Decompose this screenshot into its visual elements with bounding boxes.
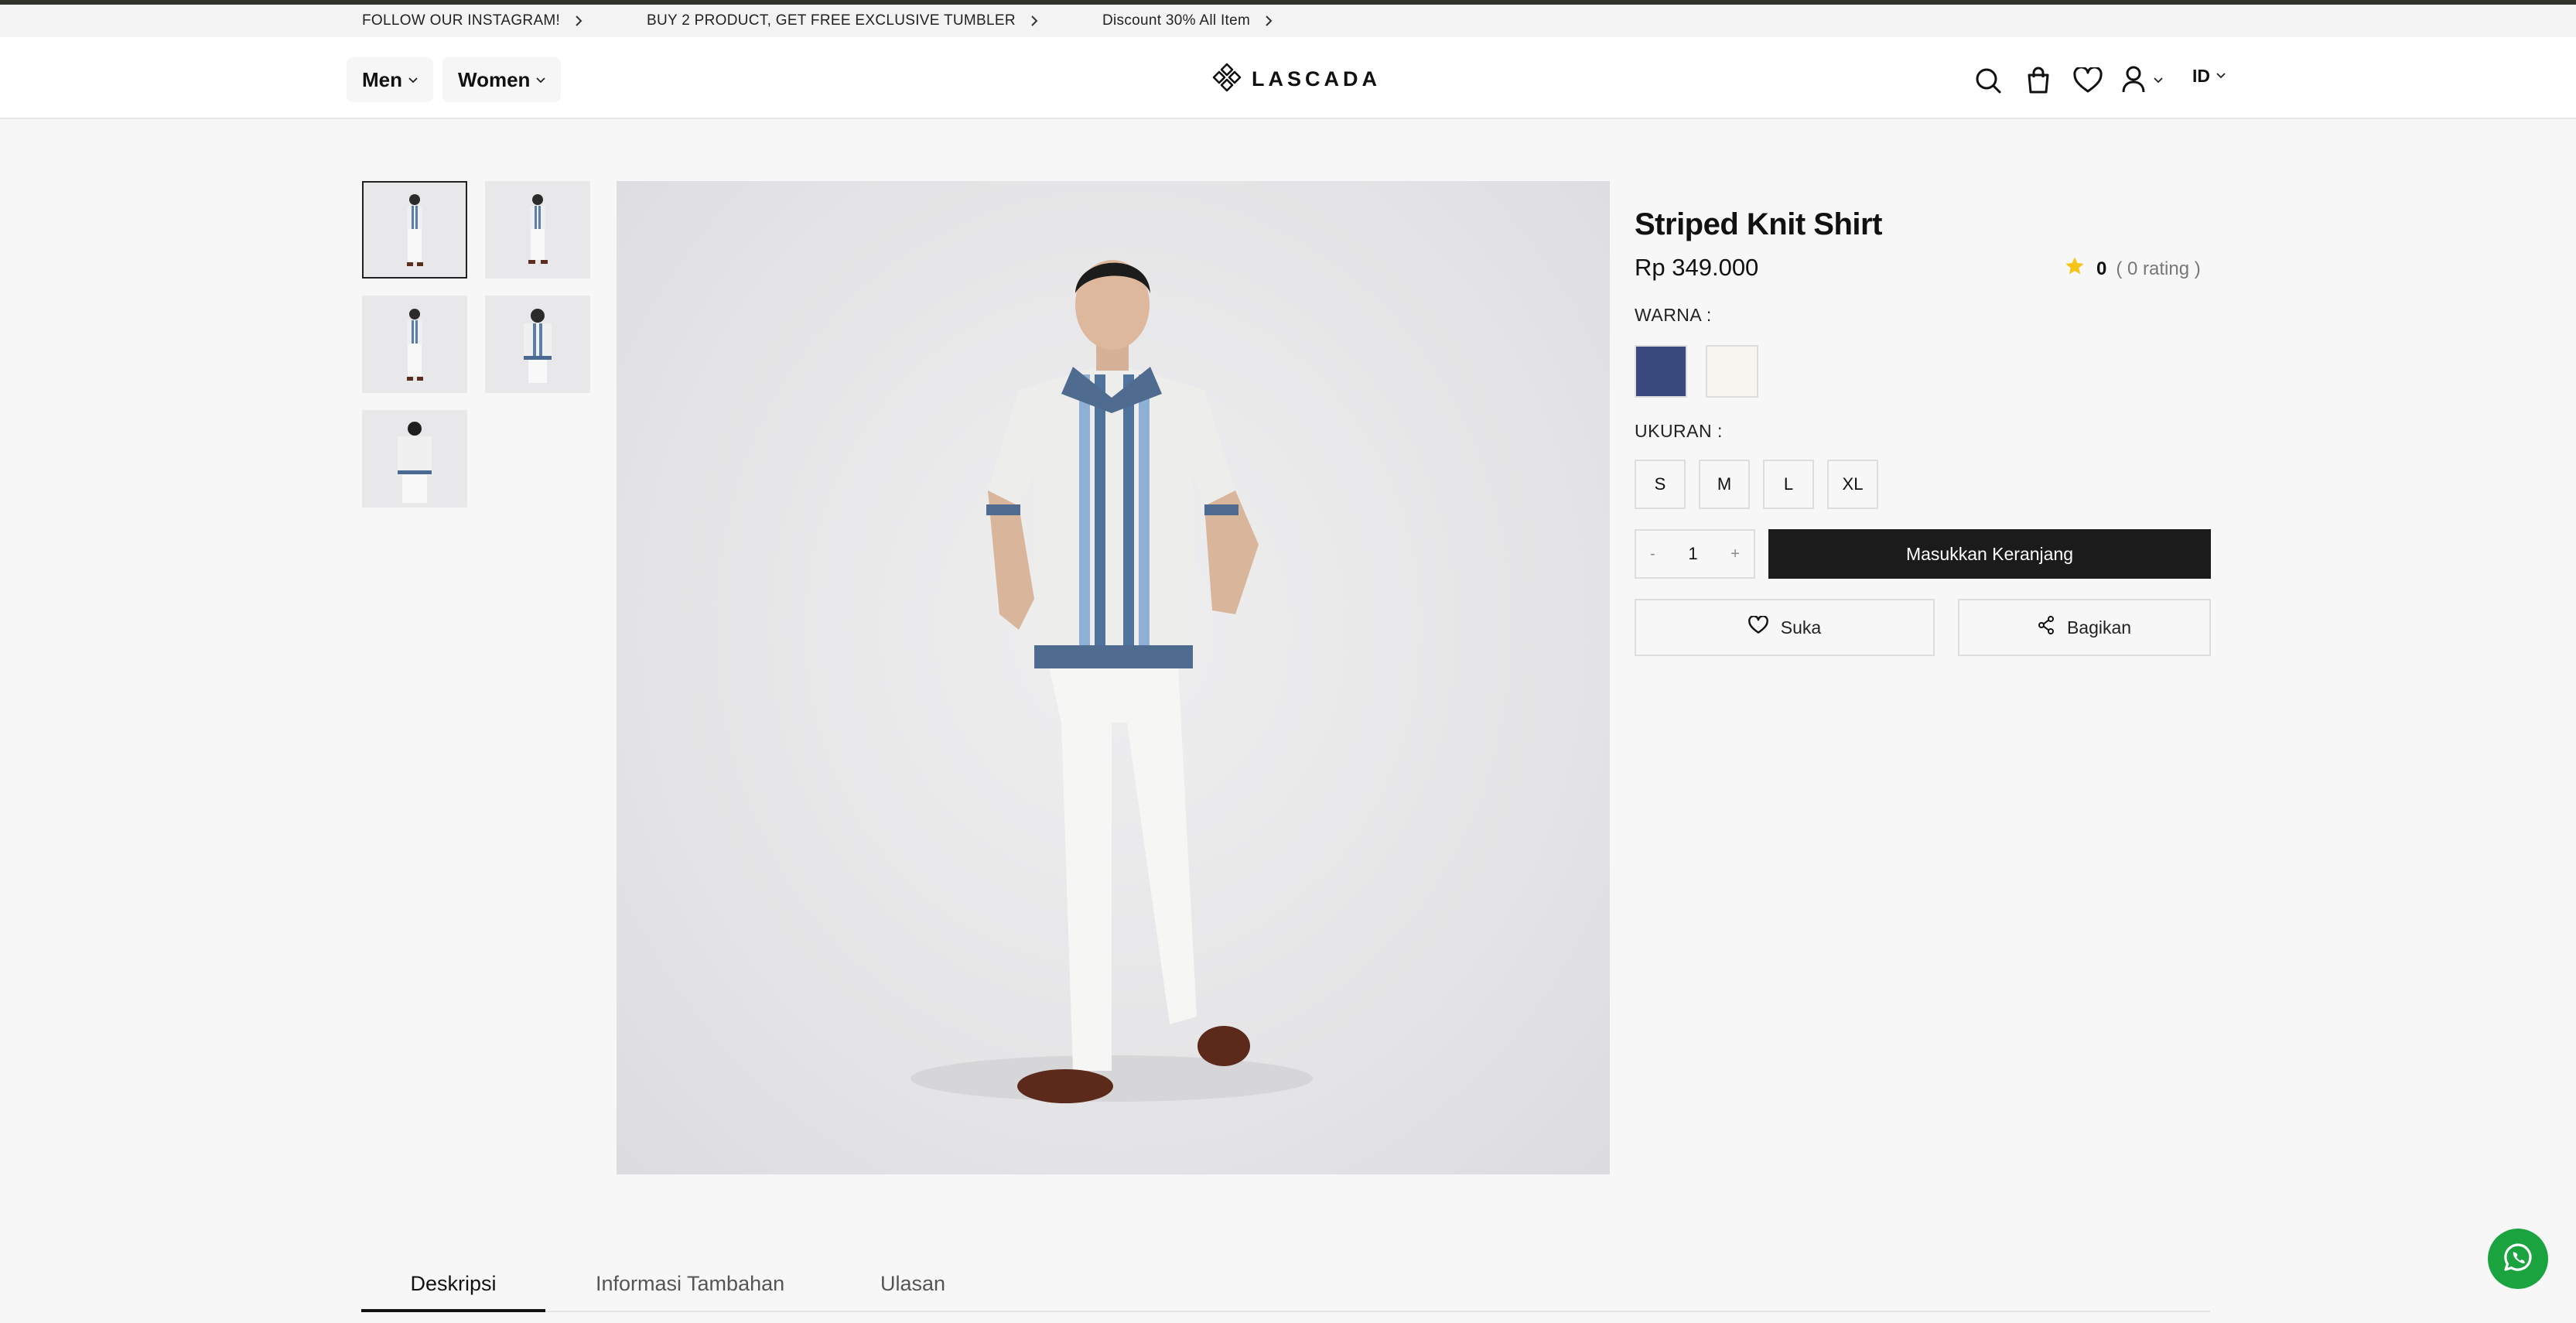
whatsapp-icon [2501, 1240, 2535, 1278]
product-thumbnail[interactable] [485, 181, 590, 279]
share-label: Bagikan [2066, 617, 2132, 638]
product-title: Striped Knit Shirt [1635, 207, 1882, 241]
color-swatch-cream[interactable] [1706, 345, 1758, 398]
size-option-l[interactable]: L [1763, 460, 1814, 509]
product-main-image[interactable] [617, 181, 1610, 1174]
quantity-stepper: - 1 + [1635, 529, 1755, 579]
quantity-value[interactable]: 1 [1688, 544, 1697, 564]
size-text: S [1654, 474, 1666, 494]
share-button[interactable]: Bagikan [1958, 599, 2211, 656]
quantity-increment-button[interactable]: + [1730, 545, 1740, 563]
promo-label: BUY 2 PRODUCT, GET FREE EXCLUSIVE TUMBLE… [647, 12, 1016, 29]
brand-logo[interactable]: LASCADA [1211, 63, 1381, 94]
bag-icon[interactable] [2023, 65, 2054, 96]
size-option-m[interactable]: M [1699, 460, 1750, 509]
promo-discount-link[interactable]: Discount 30% All Item [1102, 5, 1273, 37]
chevron-right-icon [574, 15, 583, 27]
whatsapp-chat-button[interactable] [2488, 1229, 2548, 1289]
product-price: Rp 349.000 [1635, 254, 1759, 281]
size-option-s[interactable]: S [1635, 460, 1686, 509]
tab-deskripsi[interactable]: Deskripsi [361, 1269, 545, 1312]
size-label: UKURAN : [1635, 421, 1723, 441]
logo-text: LASCADA [1252, 67, 1381, 91]
color-swatch-navy[interactable] [1635, 345, 1687, 398]
like-label: Suka [1780, 617, 1822, 638]
rating-count: ( 0 rating ) [2116, 258, 2201, 279]
site-header: Men Women LASCADA ID [0, 37, 2576, 119]
product-thumbnail[interactable] [362, 181, 467, 279]
tab-label: Informasi Tambahan [596, 1272, 785, 1295]
heart-icon [1748, 615, 1781, 639]
add-to-cart-label: Masukkan Keranjang [1905, 543, 2074, 564]
user-icon [2121, 65, 2146, 97]
promo-label: FOLLOW OUR INSTAGRAM! [362, 12, 561, 29]
chevron-down-icon [536, 74, 546, 86]
logo-mark-icon [1211, 62, 1242, 97]
tab-ulasan[interactable]: Ulasan [880, 1269, 945, 1312]
product-thumbnail[interactable] [362, 296, 467, 393]
nav-men-dropdown[interactable]: Men [347, 57, 433, 102]
tab-label: Deskripsi [410, 1272, 497, 1295]
quantity-decrement-button[interactable]: - [1650, 545, 1655, 563]
language-code: ID [2192, 65, 2210, 86]
rating-value: 0 [2096, 258, 2107, 279]
add-to-cart-button[interactable]: Masukkan Keranjang [1768, 529, 2211, 579]
share-icon [2038, 616, 2067, 639]
search-icon[interactable] [1973, 65, 2004, 96]
chevron-right-icon [1030, 15, 1039, 27]
star-icon [2064, 255, 2086, 282]
chevron-down-icon [2154, 74, 2163, 87]
language-selector[interactable]: ID [2192, 65, 2226, 87]
product-thumbnail[interactable] [362, 410, 467, 508]
chevron-right-icon [1264, 15, 1273, 27]
size-text: M [1717, 474, 1732, 494]
promo-bar: FOLLOW OUR INSTAGRAM! BUY 2 PRODUCT, GET… [0, 5, 2576, 37]
size-option-xl[interactable]: XL [1827, 460, 1878, 509]
promo-label: Discount 30% All Item [1102, 12, 1251, 29]
promo-instagram-link[interactable]: FOLLOW OUR INSTAGRAM! [362, 5, 583, 37]
chevron-down-icon [2216, 73, 2226, 79]
tab-informasi-tambahan[interactable]: Informasi Tambahan [596, 1269, 784, 1312]
nav-women-dropdown[interactable]: Women [442, 57, 562, 102]
nav-label: Women [458, 67, 531, 91]
nav-label: Men [362, 67, 402, 91]
product-thumbnail[interactable] [485, 296, 590, 393]
like-button[interactable]: Suka [1635, 599, 1935, 656]
chevron-down-icon [408, 74, 418, 86]
color-label: WARNA : [1635, 305, 1712, 325]
product-detail-tabs: Deskripsi Informasi Tambahan Ulasan [361, 1269, 2210, 1312]
promo-tumbler-link[interactable]: BUY 2 PRODUCT, GET FREE EXCLUSIVE TUMBLE… [647, 5, 1039, 37]
size-text: L [1783, 474, 1794, 494]
user-account-dropdown[interactable] [2121, 65, 2171, 96]
product-rating[interactable]: 0 ( 0 rating ) [2064, 255, 2201, 282]
heart-icon[interactable] [2072, 65, 2103, 96]
tab-label: Ulasan [880, 1272, 946, 1295]
size-text: XL [1842, 474, 1864, 494]
